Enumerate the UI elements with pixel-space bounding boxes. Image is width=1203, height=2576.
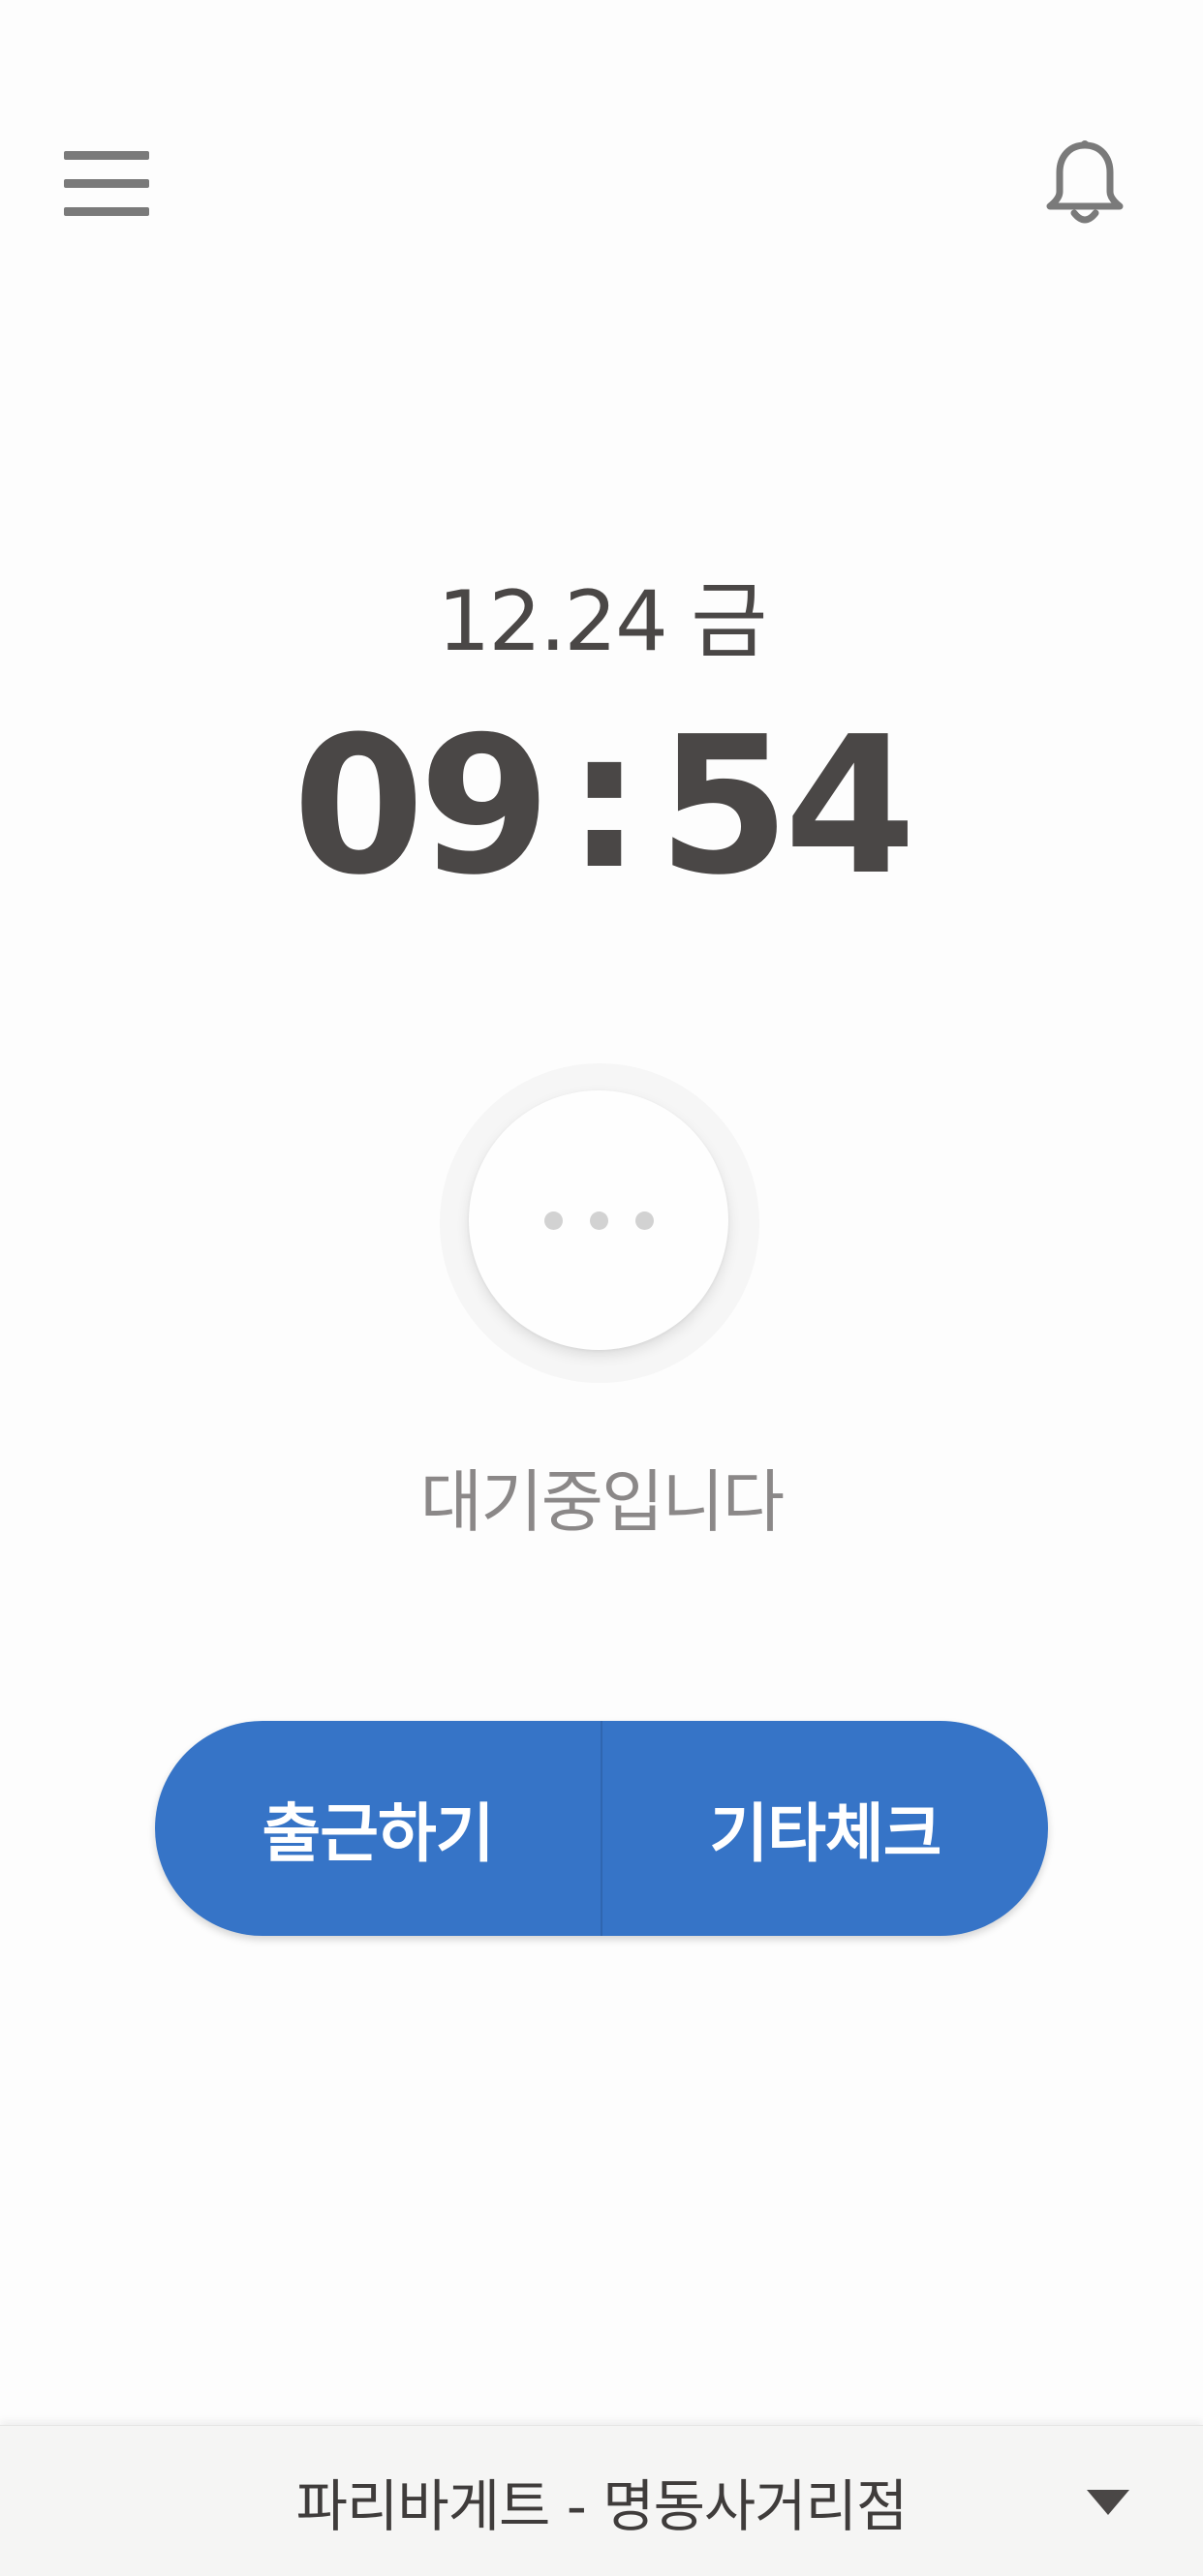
date-label: 12.24 금 <box>437 573 768 670</box>
notification-button[interactable] <box>1042 138 1127 230</box>
clock-display: 09 : 54 <box>0 690 1203 917</box>
status-text: 대기중입니다 <box>419 1462 785 1542</box>
store-selector[interactable]: 파리바게트 - 명동사거리점 <box>0 2425 1203 2576</box>
clock-separator: : <box>566 690 642 911</box>
clock-minute: 54 <box>658 696 916 917</box>
loader-dot <box>634 1211 654 1230</box>
other-check-button[interactable]: 기타체크 <box>602 1721 1048 1936</box>
check-in-button[interactable]: 출근하기 <box>155 1721 601 1936</box>
caret-down-icon <box>1087 2490 1129 2515</box>
clock-hour: 09 <box>293 696 551 917</box>
ellipsis-icon <box>469 1090 728 1350</box>
store-name: 파리바게트 - 명동사거리점 <box>295 2473 909 2539</box>
menu-button[interactable] <box>64 151 149 216</box>
waiting-indicator <box>440 1063 759 1383</box>
attendance-actions: 출근하기 기타체크 <box>155 1721 1048 1936</box>
loader-dot <box>589 1211 608 1230</box>
loader-dot <box>543 1211 563 1230</box>
bell-icon <box>1046 140 1124 224</box>
